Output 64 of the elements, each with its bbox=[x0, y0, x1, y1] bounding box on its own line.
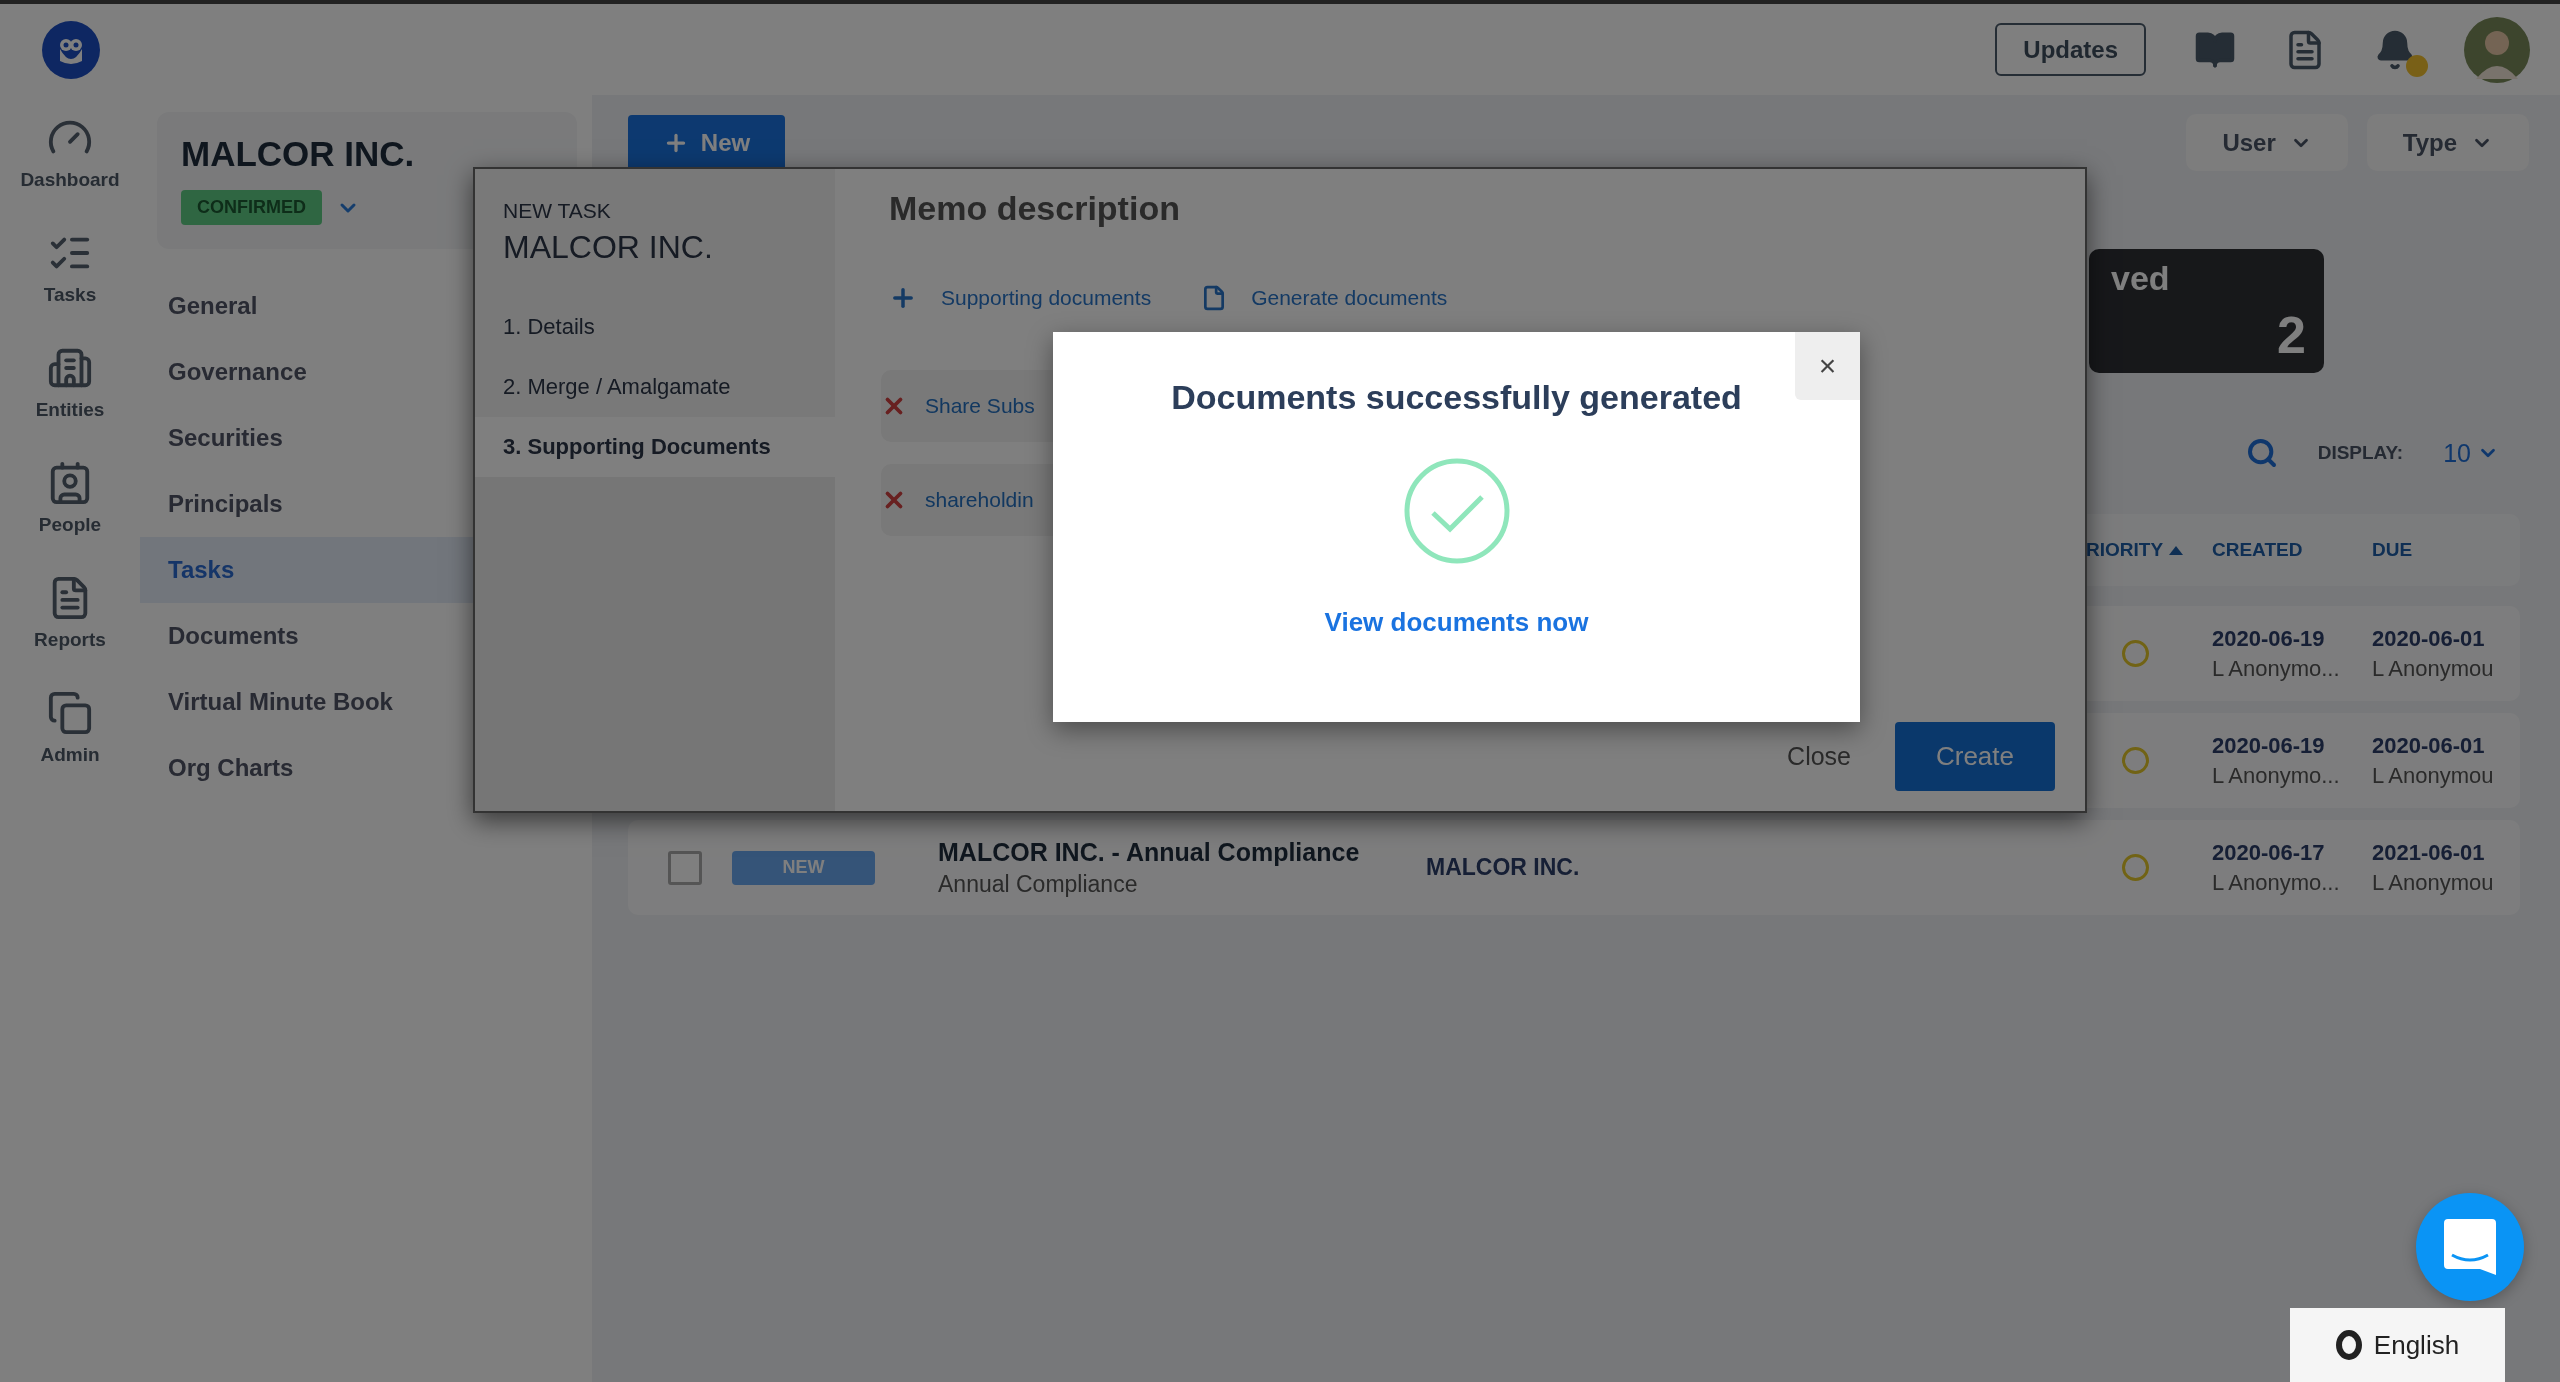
notification-dot bbox=[2406, 54, 2428, 77]
avatar[interactable] bbox=[2464, 16, 2530, 83]
success-check-icon bbox=[1402, 457, 1511, 565]
priority-circle bbox=[2122, 640, 2149, 667]
owl-logo[interactable] bbox=[42, 20, 100, 79]
filter-dropdown[interactable]: Type bbox=[2366, 114, 2529, 171]
rail-item[interactable]: Entities bbox=[35, 345, 105, 440]
created-date: 2020-06-17 bbox=[2212, 839, 2326, 866]
task-row[interactable]: NEW MALCOR INC. - Annual Compliance Annual Compliance MALCOR INC. 2020-06-17 L Anonymo... 2021-06-01 L Anonymou bbox=[628, 820, 2520, 915]
created-date: 2020-06-19 bbox=[2212, 732, 2326, 759]
rail-item[interactable]: Dashboard bbox=[20, 115, 120, 210]
priority-circle bbox=[2122, 747, 2149, 774]
filter-dropdown[interactable]: User bbox=[2186, 114, 2348, 171]
action-label: Generate documents bbox=[1251, 286, 1448, 310]
rail-item[interactable]: Admin bbox=[40, 690, 100, 785]
created-by: L Anonymo... bbox=[2212, 762, 2341, 789]
due-by: L Anonymou bbox=[2372, 869, 2495, 896]
copy-icon bbox=[47, 690, 93, 736]
chat-bubble-icon bbox=[2444, 1219, 2496, 1275]
search-icon[interactable] bbox=[2245, 437, 2278, 469]
priority-circle bbox=[2122, 854, 2149, 881]
action-link[interactable]: Generate documents bbox=[1201, 285, 1448, 311]
due-by: L Anonymou bbox=[2372, 762, 2495, 789]
modal-eyebrow: NEW TASK bbox=[503, 199, 612, 223]
task-type: Annual Compliance bbox=[938, 870, 1139, 898]
ring-icon bbox=[2335, 1330, 2362, 1360]
created-by: L Anonymo... bbox=[2212, 869, 2341, 896]
entity-name: MALCOR INC. bbox=[1426, 854, 1580, 880]
rail-item[interactable]: Reports bbox=[34, 575, 106, 670]
action-label: Supporting documents bbox=[941, 286, 1152, 310]
dialog-title: Documents successfully generated bbox=[1171, 378, 1742, 417]
stat-label: ved bbox=[2111, 259, 2170, 298]
create-button[interactable]: Create bbox=[1895, 722, 2055, 791]
due-by: L Anonymou bbox=[2372, 655, 2495, 682]
row-checkbox[interactable] bbox=[668, 850, 702, 885]
entity-name: MALCOR INC. bbox=[181, 134, 416, 174]
display-select[interactable]: 10 bbox=[2443, 438, 2499, 468]
section-heading: Memo description bbox=[889, 189, 1181, 228]
due-date: 2020-06-01 bbox=[2372, 732, 2486, 759]
updates-button[interactable]: Updates bbox=[1995, 23, 2146, 76]
sort-up-icon bbox=[2169, 545, 2184, 555]
created-by: L Anonymo... bbox=[2212, 655, 2341, 682]
close-button[interactable]: Close bbox=[1781, 741, 1857, 772]
rail-item[interactable]: Tasks bbox=[43, 230, 97, 325]
view-documents-link[interactable]: View documents now bbox=[1324, 607, 1589, 638]
document-name[interactable]: shareholdin bbox=[925, 488, 1034, 512]
status-tag: NEW bbox=[732, 850, 875, 885]
due-date: 2021-06-01 bbox=[2372, 839, 2486, 866]
document-name[interactable]: Share Subs bbox=[925, 394, 1035, 418]
status-badge: CONFIRMED bbox=[181, 190, 322, 225]
wizard-step[interactable]: 3. Supporting Documents bbox=[475, 417, 835, 477]
task-title[interactable]: MALCOR INC. - Annual Compliance bbox=[938, 837, 1426, 867]
column-header[interactable]: RIORITY bbox=[2086, 539, 2212, 561]
stat-value: 2 bbox=[2277, 305, 2306, 365]
close-button[interactable]: × bbox=[1795, 332, 1860, 400]
display-label: DISPLAY: bbox=[2317, 442, 2404, 464]
column-header[interactable]: DUE bbox=[2372, 539, 2520, 561]
due-date: 2020-06-01 bbox=[2372, 625, 2486, 652]
created-date: 2020-06-19 bbox=[2212, 625, 2326, 652]
action-link[interactable]: Supporting documents bbox=[889, 284, 1152, 312]
rail-item[interactable]: People bbox=[38, 460, 102, 555]
language-selector[interactable]: English bbox=[2290, 1308, 2505, 1382]
modal-title: MALCOR INC. bbox=[503, 229, 714, 266]
column-header[interactable]: CREATED bbox=[2212, 539, 2372, 561]
